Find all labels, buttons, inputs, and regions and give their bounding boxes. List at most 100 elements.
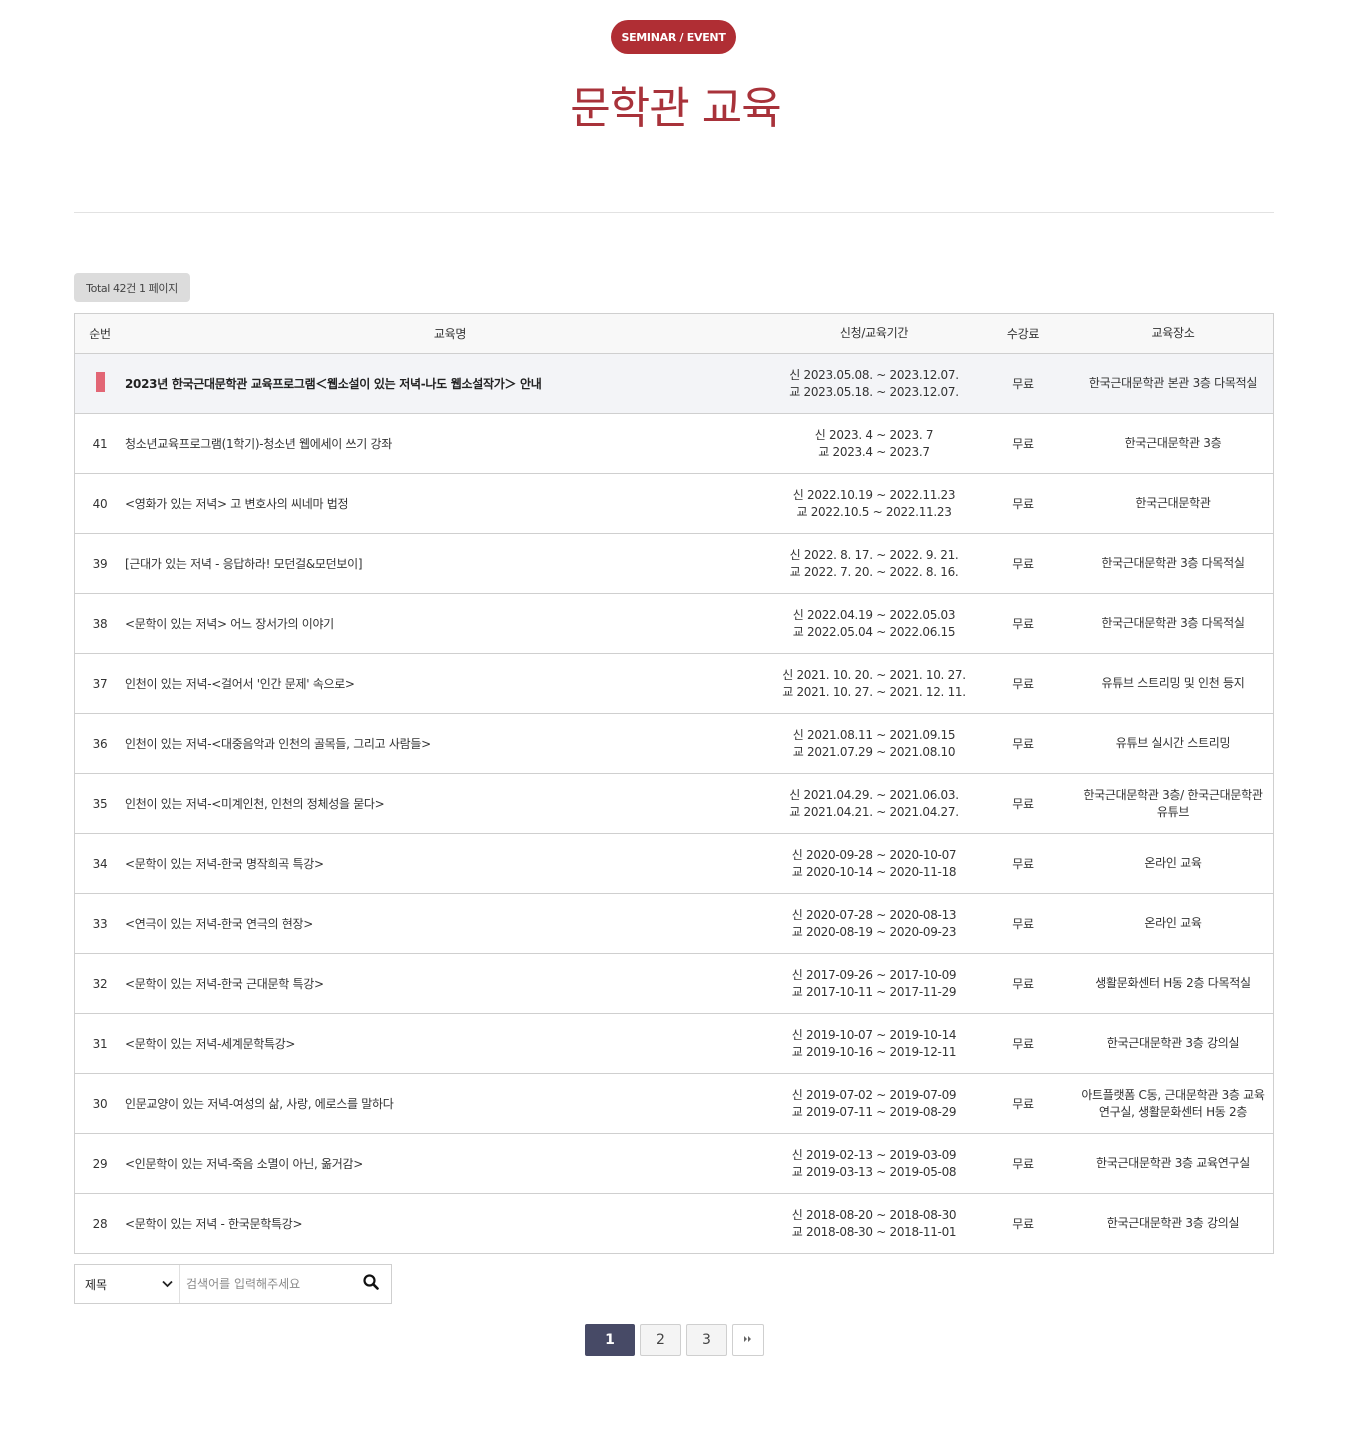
row-fee: 무료 [1012, 437, 1034, 451]
row-place: 온라인 교육 [1144, 856, 1202, 870]
row-title-link[interactable]: 인문교양이 있는 저녁-여성의 삶, 사랑, 에로스를 말하다 [125, 1095, 775, 1112]
page-2-button[interactable]: 2 [640, 1324, 681, 1356]
apply-period: 신 2021. 10. 20. ~ 2021. 10. 27. [782, 667, 966, 682]
row-title-link[interactable]: [근대가 있는 저녁 - 응답하라! 모던걸&모던보이] [125, 555, 775, 572]
table-row[interactable]: 35 인천이 있는 저녁-<미계인천, 인천의 정체성을 묻다> 신 2021.04… [75, 774, 1273, 834]
apply-period: 신 2020-07-28 ~ 2020-08-13 [791, 907, 957, 922]
table-row[interactable]: 30 인문교양이 있는 저녁-여성의 삶, 사랑, 에로스를 말하다 신 2019-… [75, 1074, 1273, 1134]
row-number: 33 [92, 916, 108, 931]
row-number: 34 [92, 856, 108, 871]
row-fee: 무료 [1012, 1097, 1034, 1111]
column-header-title: 교육명 [433, 327, 467, 341]
table-row[interactable]: 31 <문학이 있는 저녁-세계문학특강> 신 2019-10-07 ~ 2019-… [75, 1014, 1273, 1074]
row-fee: 무료 [1012, 557, 1034, 571]
row-title-link[interactable]: <문학이 있는 저녁 - 한국문학특강> [125, 1215, 775, 1232]
apply-period: 신 2019-07-02 ~ 2019-07-09 [791, 1087, 957, 1102]
row-title-link[interactable]: <문학이 있는 저녁> 어느 장서가의 이야기 [125, 615, 775, 632]
page-3-button[interactable]: 3 [686, 1324, 727, 1356]
row-place: 한국근대문학관 3층 다목적실 [1101, 556, 1245, 570]
apply-period: 신 2022.10.19 ~ 2022.11.23 [792, 487, 956, 502]
row-title-link[interactable]: <인문학이 있는 저녁-죽음 소멸이 아닌, 옮거감> [125, 1155, 775, 1172]
edu-period: 교 2021.07.29 ~ 2021.08.10 [792, 744, 956, 759]
row-period: 신 2021. 10. 20. ~ 2021. 10. 27. 교 2021. 1… [775, 667, 973, 701]
row-title-link[interactable]: <영화가 있는 저녁> 고 변호사의 씨네마 법정 [125, 495, 775, 512]
row-number: 41 [92, 436, 108, 451]
table-row[interactable]: 39 [근대가 있는 저녁 - 응답하라! 모던걸&모던보이] 신 2022. 8.… [75, 534, 1273, 594]
edu-period: 교 2018-08-30 ~ 2018-11-01 [791, 1224, 957, 1239]
search-bar: 제목 [74, 1264, 392, 1304]
edu-period: 교 2021. 10. 27. ~ 2021. 12. 11. [782, 684, 966, 699]
notice-marker [75, 372, 125, 395]
row-fee: 무료 [1012, 737, 1034, 751]
row-period: 신 2021.04.29. ~ 2021.06.03. 교 2021.04.21.… [775, 787, 973, 821]
search-icon [363, 1274, 379, 1294]
row-period: 신 2019-10-07 ~ 2019-10-14 교 2019-10-16 ~ … [775, 1027, 973, 1061]
row-period: 신 2019-07-02 ~ 2019-07-09 교 2019-07-11 ~ … [775, 1087, 973, 1121]
apply-period: 신 2023. 4 ~ 2023. 7 [814, 427, 934, 442]
row-period: 신 2017-09-26 ~ 2017-10-09 교 2017-10-11 ~ … [775, 967, 973, 1001]
notice-place: 한국근대문학관 본관 3층 다목적실 [1088, 376, 1258, 390]
row-title-link[interactable]: 인천이 있는 저녁-<걸어서 '인간 문제' 속으로> [125, 675, 775, 692]
row-place: 유튜브 실시간 스트리밍 [1115, 736, 1231, 750]
row-number: 32 [92, 976, 108, 991]
row-title-link[interactable]: <문학이 있는 저녁-한국 명작희곡 특강> [125, 855, 775, 872]
apply-period: 신 2023.05.08. ~ 2023.12.07. [789, 367, 959, 382]
notice-row[interactable]: 2023년 한국근대문학관 교육프로그램＜웹소설이 있는 저녁-나도 웹소설작가… [75, 354, 1273, 414]
search-field-select[interactable]: 제목 [75, 1265, 180, 1303]
table-row[interactable]: 34 <문학이 있는 저녁-한국 명작희곡 특강> 신 2020-09-28 ~ 2… [75, 834, 1273, 894]
edu-period: 교 2021.04.21. ~ 2021.04.27. [789, 804, 959, 819]
row-fee: 무료 [1012, 617, 1034, 631]
apply-period: 신 2019-10-07 ~ 2019-10-14 [791, 1027, 957, 1042]
notice-title-link[interactable]: 2023년 한국근대문학관 교육프로그램＜웹소설이 있는 저녁-나도 웹소설작가… [125, 375, 775, 392]
row-number: 40 [92, 496, 108, 511]
edu-period: 교 2023.05.18. ~ 2023.12.07. [789, 384, 959, 399]
row-fee: 무료 [1012, 857, 1034, 871]
row-number: 28 [92, 1216, 108, 1231]
row-fee: 무료 [1012, 797, 1034, 811]
page-title: 문학관 교육 [570, 83, 781, 134]
row-number: 30 [92, 1096, 108, 1111]
row-title-link[interactable]: 인천이 있는 저녁-<대중음악과 인천의 골목들, 그리고 사람들> [125, 735, 775, 752]
row-period: 신 2022.10.19 ~ 2022.11.23 교 2022.10.5 ~ 2… [775, 487, 973, 521]
row-title-link[interactable]: <연극이 있는 저녁-한국 연극의 현장> [125, 915, 775, 932]
apply-period: 신 2020-09-28 ~ 2020-10-07 [791, 847, 957, 862]
row-period: 신 2022.04.19 ~ 2022.05.03 교 2022.05.04 ~ … [775, 607, 973, 641]
table-row[interactable]: 29 <인문학이 있는 저녁-죽음 소멸이 아닌, 옮거감> 신 2019-02-1… [75, 1134, 1273, 1194]
notice-period: 신 2023.05.08. ~ 2023.12.07. 교 2023.05.18… [775, 367, 973, 401]
row-title-link[interactable]: <문학이 있는 저녁-세계문학특강> [125, 1035, 775, 1052]
row-fee: 무료 [1012, 917, 1034, 931]
row-number: 36 [92, 736, 108, 751]
search-button[interactable] [351, 1265, 391, 1303]
row-number: 37 [92, 676, 108, 691]
row-place: 유튜브 스트리밍 및 인천 등지 [1101, 676, 1245, 690]
search-input[interactable] [180, 1265, 351, 1303]
row-place: 한국근대문학관 3층 다목적실 [1101, 616, 1245, 630]
table-row[interactable]: 32 <문학이 있는 저녁-한국 근대문학 특강> 신 2017-09-26 ~ 2… [75, 954, 1273, 1014]
table-header: 순번 교육명 신청/교육기간 수강료 교육장소 [75, 314, 1273, 354]
table-row[interactable]: 33 <연극이 있는 저녁-한국 연극의 현장> 신 2020-07-28 ~ 20… [75, 894, 1273, 954]
table-row[interactable]: 36 인천이 있는 저녁-<대중음악과 인천의 골목들, 그리고 사람들> 신 20… [75, 714, 1273, 774]
row-title-link[interactable]: 청소년교육프로그램(1학기)-청소년 웹에세이 쓰기 강좌 [125, 435, 775, 452]
table-row[interactable]: 40 <영화가 있는 저녁> 고 변호사의 씨네마 법정 신 2022.10.19 … [75, 474, 1273, 534]
row-number: 29 [92, 1156, 108, 1171]
edu-period: 교 2023.4 ~ 2023.7 [818, 444, 930, 459]
row-number: 31 [92, 1036, 108, 1051]
row-fee: 무료 [1012, 1037, 1034, 1051]
table-row[interactable]: 28 <문학이 있는 저녁 - 한국문학특강> 신 2018-08-20 ~ 201… [75, 1194, 1273, 1254]
row-place: 한국근대문학관 3층/ 한국근대문학관 유튜브 [1083, 787, 1263, 819]
page-1-button[interactable]: 1 [585, 1324, 635, 1356]
edu-period: 교 2022.05.04 ~ 2022.06.15 [792, 624, 956, 639]
next-page-button[interactable] [732, 1324, 764, 1356]
apply-period: 신 2018-08-20 ~ 2018-08-30 [791, 1207, 957, 1222]
row-title-link[interactable]: 인천이 있는 저녁-<미계인천, 인천의 정체성을 묻다> [125, 795, 775, 812]
row-fee: 무료 [1012, 977, 1034, 991]
table-row[interactable]: 41 청소년교육프로그램(1학기)-청소년 웹에세이 쓰기 강좌 신 2023. 4… [75, 414, 1273, 474]
education-table: 순번 교육명 신청/교육기간 수강료 교육장소 2023년 한국근대문학관 교육… [74, 313, 1274, 1254]
row-title-link[interactable]: <문학이 있는 저녁-한국 근대문학 특강> [125, 975, 775, 992]
table-row[interactable]: 38 <문학이 있는 저녁> 어느 장서가의 이야기 신 2022.04.19 ~ … [75, 594, 1273, 654]
table-row[interactable]: 37 인천이 있는 저녁-<걸어서 '인간 문제' 속으로> 신 2021. 10.… [75, 654, 1273, 714]
column-header-fee: 수강료 [1006, 327, 1040, 341]
apply-period: 신 2021.04.29. ~ 2021.06.03. [789, 787, 959, 802]
pagination: 1 2 3 [585, 1324, 764, 1356]
column-header-place: 교육장소 [1151, 326, 1195, 340]
